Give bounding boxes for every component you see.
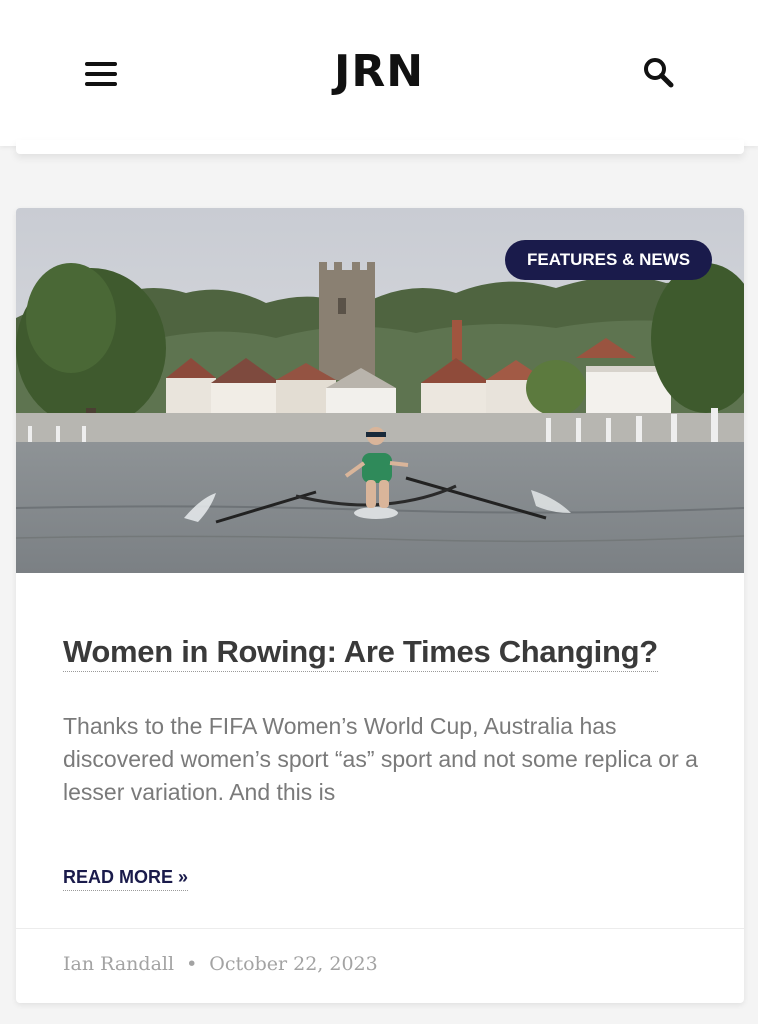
header-bottom-edge bbox=[16, 140, 744, 154]
author-name: Ian Randall bbox=[63, 953, 175, 975]
article-meta: Ian Randall • October 22, 2023 bbox=[63, 953, 378, 975]
article-featured-image[interactable]: FEATURES & NEWS bbox=[16, 208, 744, 573]
article-title: Women in Rowing: Are Times Changing? bbox=[63, 632, 703, 672]
article-card: FEATURES & NEWS Women in Rowing: Are Tim… bbox=[16, 208, 744, 1003]
article-excerpt: Thanks to the FIFA Women’s World Cup, Au… bbox=[63, 713, 698, 805]
search-icon[interactable] bbox=[640, 54, 678, 92]
article-title-link[interactable]: Women in Rowing: Are Times Changing? bbox=[63, 634, 658, 672]
publish-date: October 22, 2023 bbox=[209, 953, 378, 975]
category-badge[interactable]: FEATURES & NEWS bbox=[505, 240, 713, 280]
read-more-link[interactable]: READ MORE » bbox=[63, 864, 189, 891]
meta-separator: • bbox=[186, 953, 198, 975]
site-header: JRN bbox=[0, 0, 758, 146]
article-meta-bar: Ian Randall • October 22, 2023 bbox=[16, 928, 744, 1003]
search-icon-svg bbox=[644, 58, 674, 88]
